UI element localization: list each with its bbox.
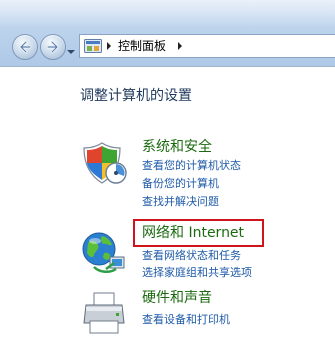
chevron-down-icon bbox=[67, 50, 75, 54]
link-devices-printers[interactable]: 查看设备和打印机 bbox=[142, 313, 230, 327]
page-title: 调整计算机的设置 bbox=[80, 88, 192, 104]
breadcrumb-separator-icon[interactable] bbox=[176, 41, 184, 51]
forward-button[interactable] bbox=[40, 34, 66, 60]
category-title-network-internet[interactable]: 网络和 Internet bbox=[142, 224, 244, 242]
arrow-left-icon bbox=[19, 40, 32, 54]
back-button[interactable] bbox=[12, 34, 38, 60]
link-backup-computer[interactable]: 备份您的计算机 bbox=[142, 177, 219, 191]
breadcrumb-control-panel[interactable]: 控制面板 bbox=[118, 39, 166, 54]
category-title-system-security[interactable]: 系统和安全 bbox=[142, 138, 212, 156]
control-panel-icon bbox=[84, 39, 102, 53]
arrow-right-icon bbox=[46, 40, 59, 54]
recent-pages-dropdown[interactable] bbox=[66, 42, 76, 54]
category-title-hardware-sound[interactable]: 硬件和声音 bbox=[142, 289, 212, 307]
printer-icon[interactable] bbox=[80, 291, 128, 339]
address-bar[interactable]: 控制面板 bbox=[79, 34, 335, 58]
link-homegroup-sharing[interactable]: 选择家庭组和共享选项 bbox=[142, 266, 252, 280]
shield-icon[interactable] bbox=[80, 139, 128, 187]
navbar-gloss bbox=[0, 0, 335, 28]
link-troubleshoot[interactable]: 查找并解决问题 bbox=[142, 195, 219, 209]
network-globe-icon[interactable] bbox=[80, 227, 128, 275]
link-view-network-status[interactable]: 查看网络状态和任务 bbox=[142, 249, 241, 263]
control-panel-content: 调整计算机的设置 系统和安全 查看您的计算机状态 备份您的计算机 查找并解决问题… bbox=[0, 67, 335, 334]
link-view-computer-status[interactable]: 查看您的计算机状态 bbox=[142, 159, 241, 173]
breadcrumb-separator-icon[interactable] bbox=[105, 41, 113, 51]
navigation-bar: 控制面板 bbox=[0, 0, 335, 67]
